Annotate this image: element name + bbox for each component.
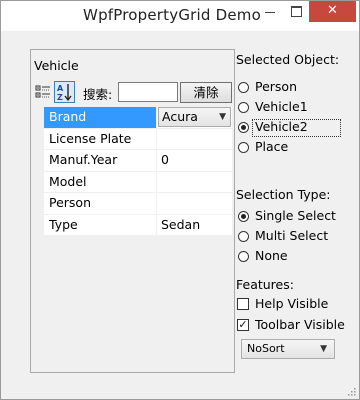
property-value[interactable] xyxy=(158,129,232,150)
property-name: Brand xyxy=(44,107,157,128)
close-button[interactable]: ✕ xyxy=(309,1,356,22)
close-icon: ✕ xyxy=(327,3,338,18)
minimize-button[interactable] xyxy=(257,1,283,22)
radio-vehicle2-label[interactable]: Vehicle2 xyxy=(255,119,308,134)
grid-object-title: Vehicle xyxy=(34,58,79,73)
row-gutter xyxy=(31,128,44,149)
row-gutter xyxy=(31,171,44,192)
row-gutter xyxy=(31,150,44,171)
radio-none[interactable] xyxy=(238,251,249,262)
main-window: WpfPropertyGrid Demo ✕ Vehicle A Z 搜索: 清… xyxy=(0,0,360,400)
radio-vehicle1[interactable] xyxy=(238,102,249,113)
radio-multi-select[interactable] xyxy=(238,231,249,242)
categorized-view-button[interactable] xyxy=(34,83,52,101)
toolbar-visible-checkbox[interactable]: ✓ xyxy=(237,319,249,331)
chevron-down-icon: ▼ xyxy=(320,344,327,354)
minimize-icon xyxy=(265,12,275,13)
row-gutter xyxy=(31,214,44,235)
property-row-brand[interactable]: Brand Acura ▼ xyxy=(31,107,232,129)
property-row-type[interactable]: Type Sedan xyxy=(31,214,232,236)
property-name: Manuf.Year xyxy=(44,150,157,171)
property-grid: Vehicle A Z 搜索: 清除 Brand Acura ▼ License… xyxy=(30,49,235,373)
sort-mode-value: NoSort xyxy=(247,342,285,355)
help-visible-label[interactable]: Help Visible xyxy=(255,296,328,311)
title-bar[interactable]: WpfPropertyGrid Demo ✕ xyxy=(1,1,359,31)
radio-single-select-label[interactable]: Single Select xyxy=(255,208,336,223)
row-gutter xyxy=(31,193,44,214)
categorized-icon xyxy=(35,85,50,98)
property-value[interactable] xyxy=(158,172,232,193)
property-name: Type xyxy=(44,214,157,235)
combo-value: Acura xyxy=(162,109,198,124)
radio-place-label[interactable]: Place xyxy=(255,139,288,154)
selected-object-heading: Selected Object: xyxy=(236,52,340,67)
radio-vehicle2[interactable] xyxy=(238,122,249,133)
sort-az-icon: A Z xyxy=(57,84,72,102)
radio-none-label[interactable]: None xyxy=(255,248,288,263)
property-name: Model xyxy=(44,171,157,192)
property-list: Brand Acura ▼ License Plate Manuf.Year 0… xyxy=(31,107,232,236)
chevron-down-icon: ▼ xyxy=(219,112,226,122)
radio-single-select[interactable] xyxy=(238,211,249,222)
help-visible-checkbox[interactable] xyxy=(237,298,249,310)
maximize-icon xyxy=(290,6,302,17)
property-name: License Plate xyxy=(44,128,157,149)
toolbar-visible-label[interactable]: Toolbar Visible xyxy=(255,317,345,332)
search-input[interactable] xyxy=(118,82,178,102)
property-row-manuf-year[interactable]: Manuf.Year 0 xyxy=(31,150,232,172)
property-row-person[interactable]: Person xyxy=(31,193,232,215)
property-name: Person xyxy=(44,193,157,214)
features-heading: Features: xyxy=(236,277,294,292)
resize-grip-icon[interactable] xyxy=(346,386,356,396)
clear-button[interactable]: 清除 xyxy=(180,82,232,103)
radio-multi-select-label[interactable]: Multi Select xyxy=(255,228,328,243)
radio-place[interactable] xyxy=(238,142,249,153)
property-value[interactable] xyxy=(158,193,232,214)
brand-combobox[interactable]: Acura ▼ xyxy=(158,107,231,127)
checkmark-icon: ✓ xyxy=(238,318,248,331)
radio-person[interactable] xyxy=(238,82,249,93)
search-label: 搜索: xyxy=(83,87,113,102)
property-row-license-plate[interactable]: License Plate xyxy=(31,128,232,150)
sort-mode-combobox[interactable]: NoSort ▼ xyxy=(241,339,335,359)
property-value[interactable]: Sedan xyxy=(158,215,232,236)
property-row-model[interactable]: Model xyxy=(31,171,232,193)
selection-type-heading: Selection Type: xyxy=(236,187,331,202)
grid-toolbar: A Z 搜索: 清除 xyxy=(34,81,232,105)
svg-text:A: A xyxy=(57,84,64,93)
svg-text:Z: Z xyxy=(57,93,63,102)
alphabetical-view-button[interactable]: A Z xyxy=(54,81,75,103)
maximize-button[interactable] xyxy=(283,1,309,22)
property-value[interactable]: 0 xyxy=(158,150,232,171)
row-gutter xyxy=(31,107,44,128)
radio-person-label[interactable]: Person xyxy=(255,79,297,94)
radio-vehicle1-label[interactable]: Vehicle1 xyxy=(255,99,308,114)
